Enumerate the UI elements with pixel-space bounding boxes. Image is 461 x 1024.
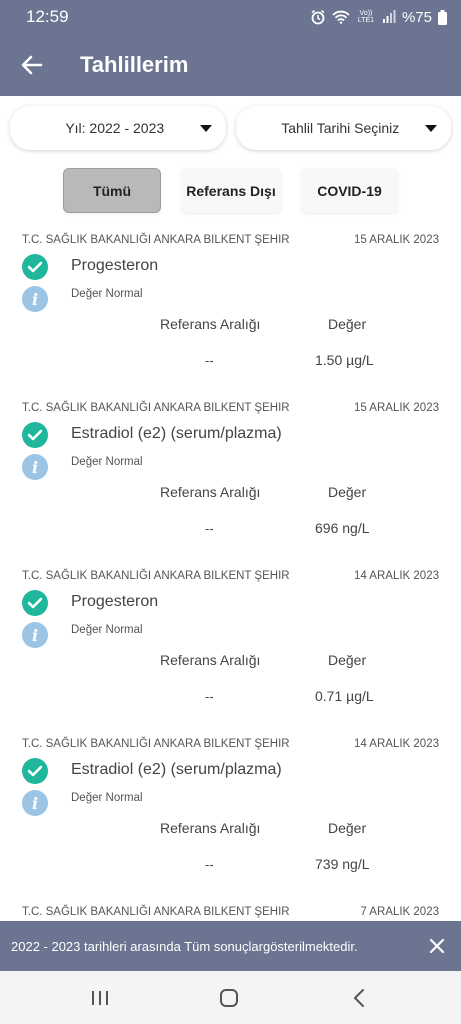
- tab-covid[interactable]: COVID-19: [301, 168, 398, 213]
- result-date: 14 ARALIK 2023: [353, 570, 439, 582]
- result-date: 15 ARALIK 2023: [353, 234, 439, 246]
- check-circle-icon: [22, 758, 48, 784]
- tab-out-of-reference[interactable]: Referans Dışı: [181, 168, 281, 213]
- chevron-left-icon: [354, 989, 364, 1007]
- hospital-name: T.C. SAĞLIK BAKANLIĞI ANKARA BILKENT ŞEH…: [22, 906, 290, 918]
- reference-range: --: [205, 353, 214, 368]
- battery-percent: %75: [401, 8, 432, 26]
- results-list[interactable]: T.C. SAĞLIK BAKANLIĞI ANKARA BILKENT ŞEH…: [0, 226, 461, 921]
- alarm-icon: [311, 9, 325, 25]
- result-value: 0.71 µg/L: [315, 688, 374, 704]
- result-card[interactable]: T.C. SAĞLIK BAKANLIĞI ANKARA BILKENT ŞEH…: [0, 562, 461, 730]
- result-tabs: Tümü Referans Dışı COVID-19: [0, 168, 461, 214]
- tab-all[interactable]: Tümü: [63, 168, 161, 213]
- value-header: Değer: [328, 316, 367, 332]
- result-status: Değer Normal: [71, 624, 143, 636]
- info-icon[interactable]: i: [22, 790, 48, 816]
- caret-down-icon: [199, 124, 212, 132]
- signal-icon: [382, 10, 396, 23]
- hospital-name: T.C. SAĞLIK BAKANLIĞI ANKARA BILKENT ŞEH…: [22, 402, 290, 414]
- recent-apps-button[interactable]: [85, 983, 115, 1013]
- system-back-button[interactable]: [344, 983, 374, 1013]
- page-title: Tahlillerim: [80, 52, 189, 77]
- date-dropdown[interactable]: Tahlil Tarihi Seçiniz: [235, 106, 451, 150]
- result-date: 15 ARALIK 2023: [353, 402, 439, 414]
- result-status: Değer Normal: [71, 456, 143, 468]
- snackbar-close-button[interactable]: [413, 921, 461, 971]
- result-value: 739 ng/L: [315, 856, 370, 872]
- caret-down-icon: [425, 124, 437, 132]
- reference-range: --: [205, 521, 214, 536]
- arrow-left-icon: [21, 55, 43, 75]
- status-bar: 12:59 Vo)) LTE1 %75: [0, 0, 461, 34]
- check-circle-icon: [22, 422, 48, 448]
- year-dropdown-label: Yıl: 2022 - 2023: [65, 120, 165, 136]
- result-date: 7 ARALIK 2023: [360, 906, 439, 918]
- filter-bar: Yıl: 2022 - 2023 Tahlil Tarihi Seçiniz: [10, 106, 451, 150]
- hospital-name: T.C. SAĞLIK BAKANLIĞI ANKARA BILKENT ŞEH…: [22, 570, 290, 582]
- reference-header: Referans Aralığı: [160, 484, 261, 500]
- value-header: Değer: [328, 820, 367, 836]
- value-header: Değer: [328, 652, 367, 668]
- network-label: Vo)) LTE1: [357, 10, 375, 24]
- wifi-icon: [332, 10, 350, 24]
- result-date: 14 ARALIK 2023: [353, 738, 439, 750]
- home-button[interactable]: [214, 983, 244, 1013]
- hospital-name: T.C. SAĞLIK BAKANLIĞI ANKARA BILKENT ŞEH…: [22, 234, 290, 246]
- date-dropdown-label: Tahlil Tarihi Seçiniz: [281, 120, 400, 136]
- reference-range: --: [205, 689, 214, 704]
- result-card[interactable]: T.C. SAĞLIK BAKANLIĞI ANKARA BILKENT ŞEH…: [0, 226, 461, 394]
- test-name: Progesteron: [71, 593, 159, 610]
- result-card[interactable]: T.C. SAĞLIK BAKANLIĞI ANKARA BILKENT ŞEH…: [0, 898, 461, 921]
- value-header: Değer: [328, 484, 367, 500]
- year-dropdown[interactable]: Yıl: 2022 - 2023: [10, 106, 226, 150]
- status-icons: Vo)) LTE1 %75: [310, 9, 447, 26]
- result-status: Değer Normal: [71, 792, 143, 804]
- app-bar: Tahlillerim: [0, 34, 461, 96]
- result-card[interactable]: T.C. SAĞLIK BAKANLIĞI ANKARA BILKENT ŞEH…: [0, 394, 461, 562]
- test-name: Estradiol (e2) (serum/plazma): [71, 425, 282, 442]
- snackbar: 2022 - 2023 tarihleri arasında Tüm sonuç…: [0, 921, 461, 971]
- reference-range: --: [205, 857, 214, 872]
- snackbar-message: 2022 - 2023 tarihleri arasında Tüm sonuç…: [11, 938, 358, 954]
- info-icon[interactable]: i: [22, 622, 48, 648]
- result-status: Değer Normal: [71, 288, 143, 300]
- home-icon: [220, 989, 238, 1007]
- test-name: Estradiol (e2) (serum/plazma): [71, 761, 282, 778]
- close-icon: [429, 938, 445, 954]
- recent-apps-icon: [92, 991, 108, 1005]
- result-value: 1.50 µg/L: [315, 352, 374, 368]
- result-card[interactable]: T.C. SAĞLIK BAKANLIĞI ANKARA BILKENT ŞEH…: [0, 730, 461, 898]
- status-time: 12:59: [26, 7, 69, 26]
- reference-header: Referans Aralığı: [160, 316, 261, 332]
- system-nav-bar: [0, 971, 461, 1024]
- result-value: 696 ng/L: [315, 520, 370, 536]
- test-name: Progesteron: [71, 257, 159, 274]
- battery-icon: [438, 9, 447, 25]
- hospital-name: T.C. SAĞLIK BAKANLIĞI ANKARA BILKENT ŞEH…: [22, 738, 290, 750]
- reference-header: Referans Aralığı: [160, 652, 261, 668]
- check-circle-icon: [22, 254, 48, 280]
- back-button[interactable]: [0, 34, 64, 96]
- check-circle-icon: [22, 590, 48, 616]
- info-icon[interactable]: i: [22, 286, 48, 312]
- reference-header: Referans Aralığı: [160, 820, 261, 836]
- info-icon[interactable]: i: [22, 454, 48, 480]
